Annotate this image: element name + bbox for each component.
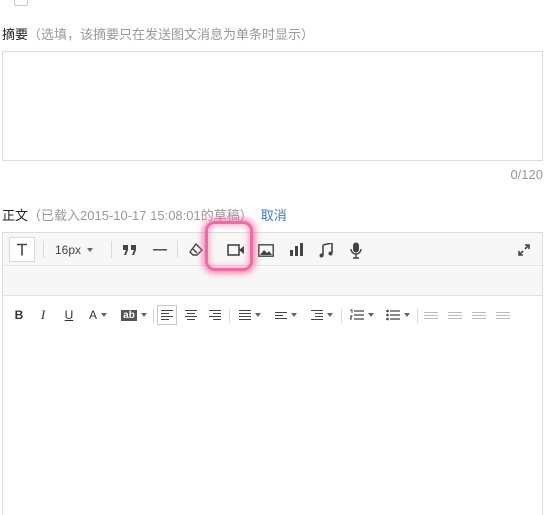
blockquote-icon bbox=[123, 245, 136, 255]
chart-icon bbox=[289, 243, 303, 256]
blockquote-button[interactable] bbox=[119, 241, 141, 259]
insert-voice-button[interactable] bbox=[345, 240, 367, 260]
fullscreen-icon bbox=[518, 244, 530, 256]
editor-content-area[interactable] bbox=[3, 297, 542, 515]
toolbar-divider bbox=[177, 241, 178, 258]
insert-chart-button[interactable] bbox=[285, 241, 307, 259]
toolbar-divider bbox=[43, 241, 44, 258]
summary-textarea[interactable] bbox=[3, 52, 542, 160]
music-icon bbox=[319, 242, 333, 257]
video-icon bbox=[227, 244, 244, 256]
summary-field[interactable] bbox=[2, 51, 543, 161]
horizontal-rule-icon bbox=[153, 249, 167, 251]
clear-format-icon bbox=[189, 243, 203, 256]
summary-label: 摘要 bbox=[2, 27, 29, 42]
rich-text-editor: 16px B I U A ab bbox=[2, 232, 543, 515]
body-label-row: 正文（已载入2015-10-17 15:08:01的草稿） 取消 bbox=[2, 207, 287, 225]
summary-char-counter: 0/120 bbox=[510, 167, 543, 182]
image-icon bbox=[258, 243, 274, 257]
summary-hint: （选填，该摘要只在发送图文消息为单条时显示） bbox=[28, 27, 315, 42]
font-size-select[interactable]: 16px bbox=[55, 241, 94, 259]
text-format-icon bbox=[17, 243, 27, 256]
microphone-icon bbox=[350, 242, 362, 259]
chevron-down-icon bbox=[87, 248, 94, 252]
insert-video-button[interactable] bbox=[224, 240, 248, 260]
cancel-draft-link[interactable]: 取消 bbox=[261, 208, 287, 223]
insert-image-button[interactable] bbox=[255, 241, 277, 259]
editor-toolbar-format: B I U A ab bbox=[3, 267, 542, 325]
draft-loaded-hint: （已载入2015-10-17 15:08:01的草稿） bbox=[28, 208, 253, 223]
body-label: 正文 bbox=[2, 208, 29, 223]
toolbar-divider bbox=[111, 241, 112, 258]
editor-toolbar-primary: 16px bbox=[3, 233, 542, 266]
horizontal-rule-button[interactable] bbox=[149, 241, 171, 259]
text-format-button[interactable] bbox=[9, 237, 35, 262]
clear-format-button[interactable] bbox=[185, 241, 207, 259]
top-checkbox[interactable] bbox=[14, 0, 28, 6]
font-size-value: 16px bbox=[55, 243, 82, 257]
fullscreen-button[interactable] bbox=[514, 241, 534, 259]
insert-music-button[interactable] bbox=[315, 241, 337, 259]
summary-label-row: 摘要（选填，该摘要只在发送图文消息为单条时显示） bbox=[2, 26, 314, 44]
